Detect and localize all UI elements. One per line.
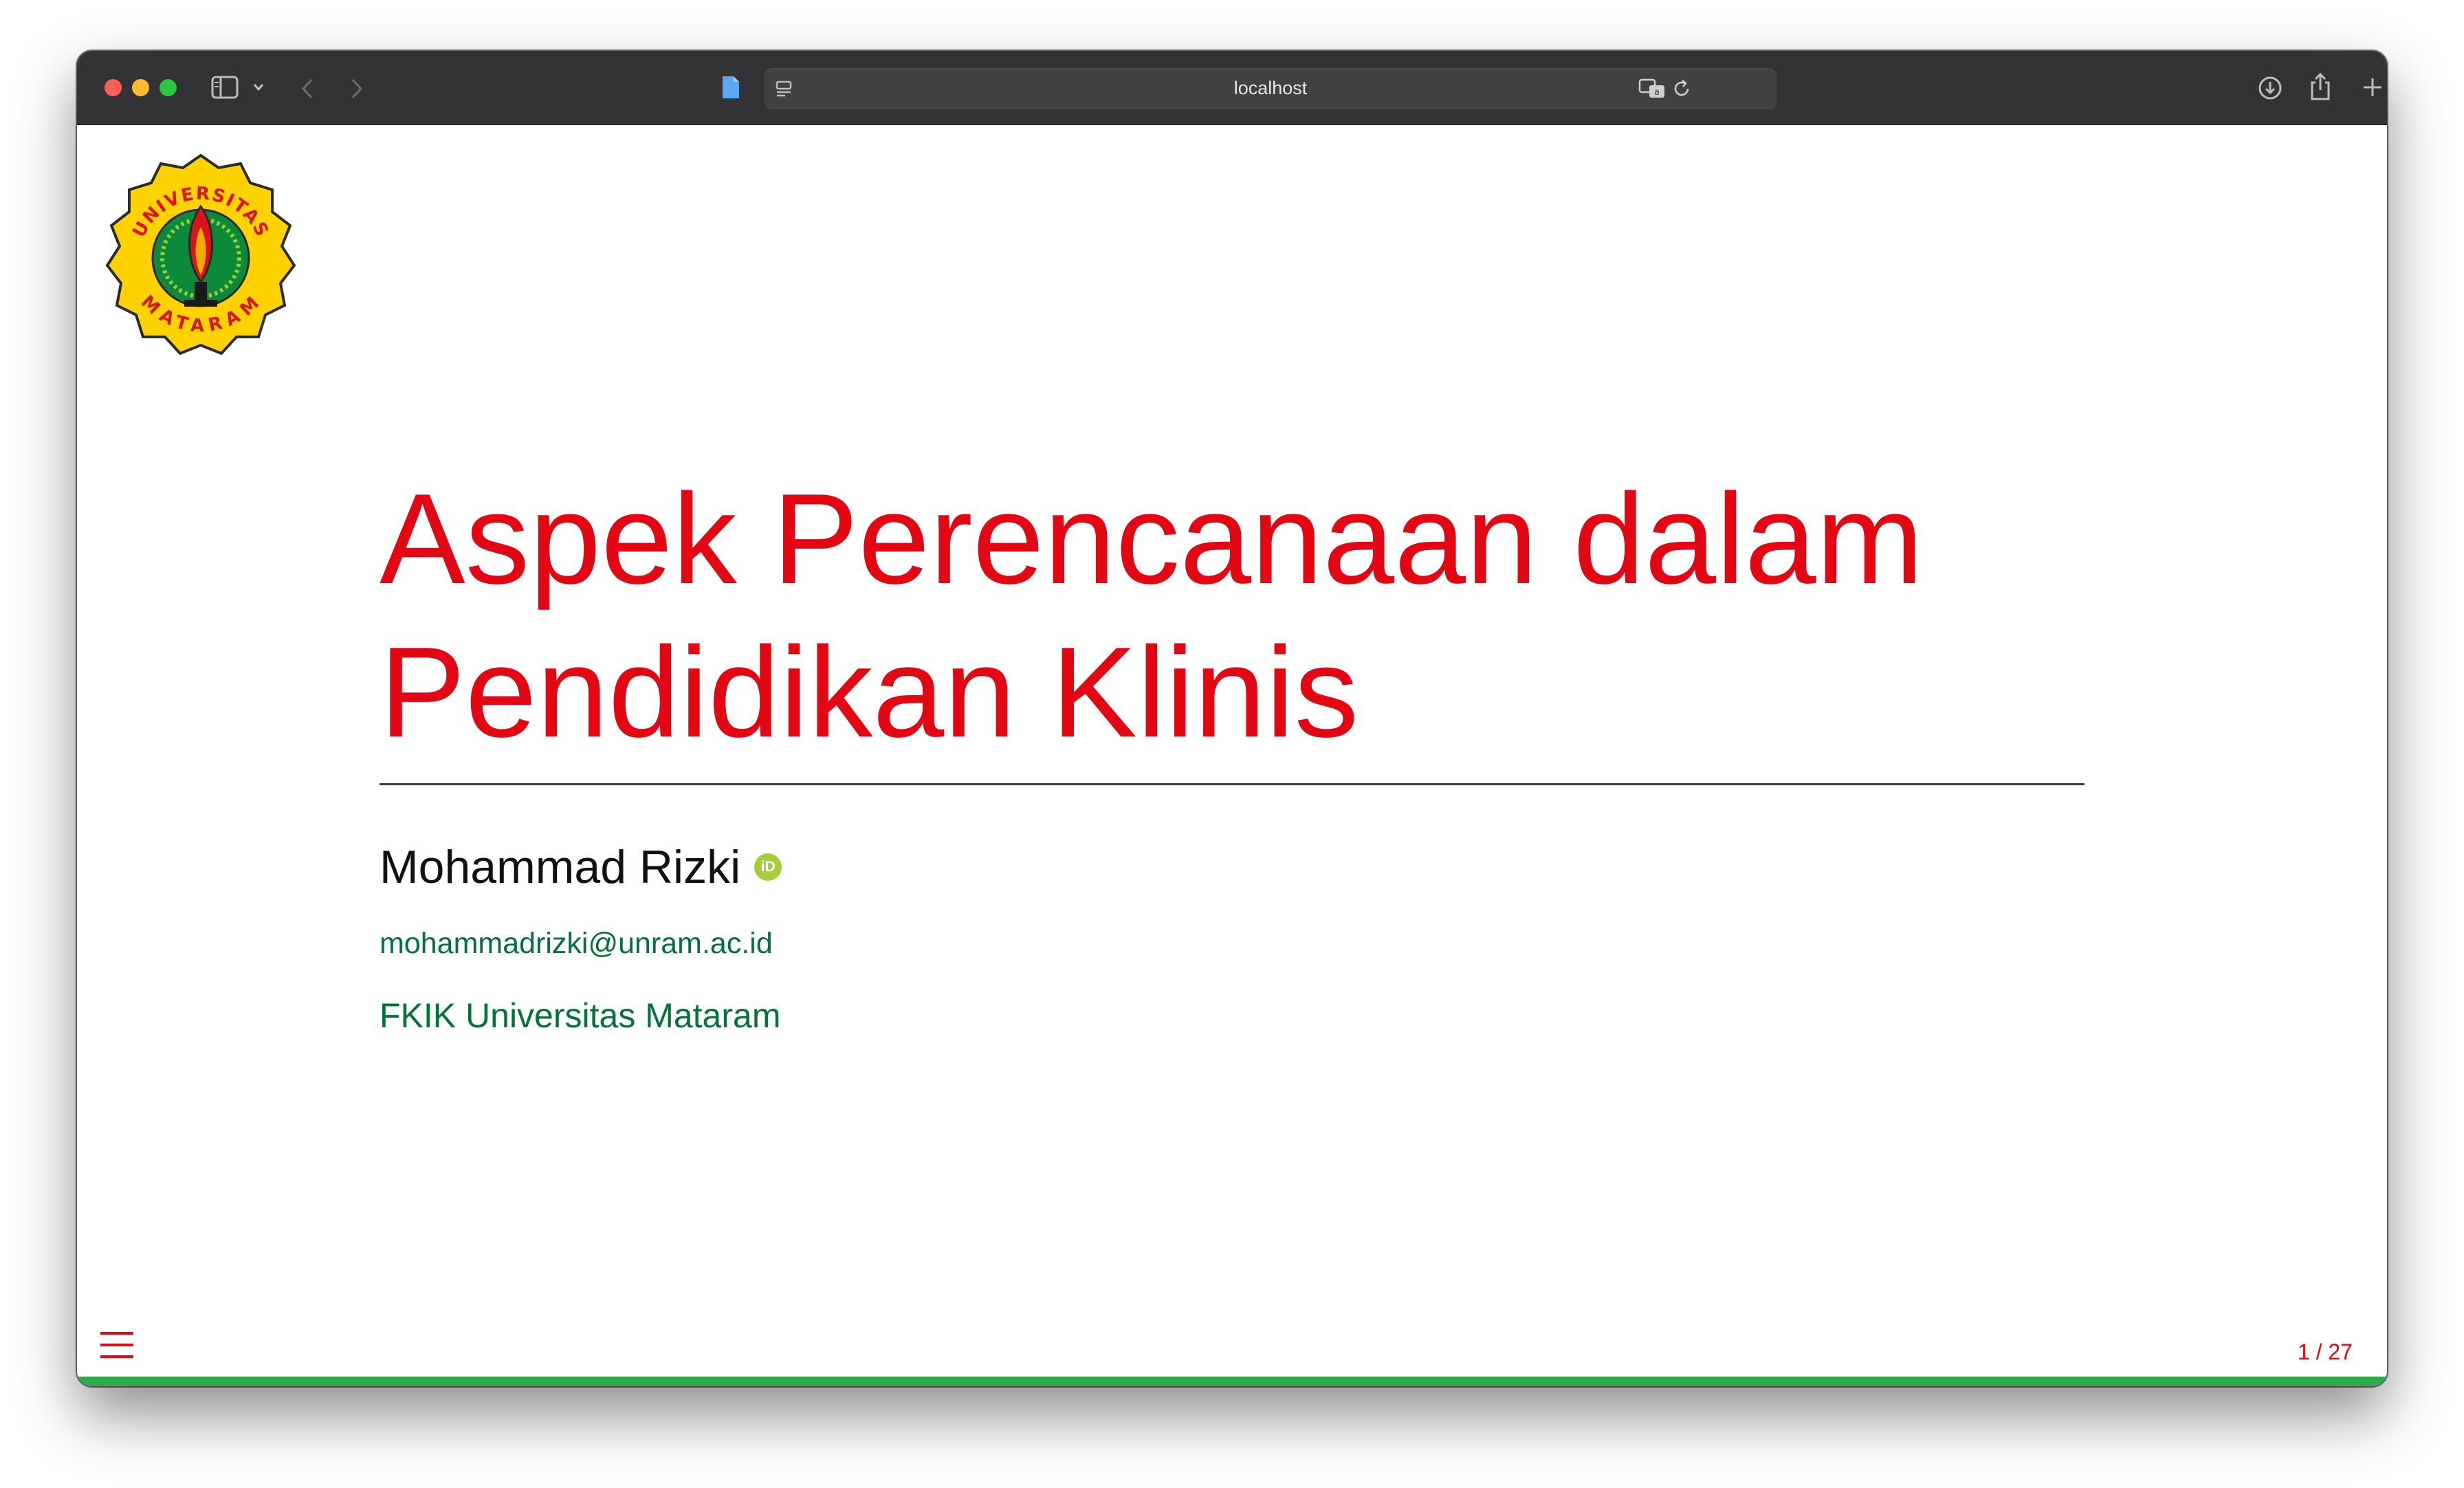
author-affiliation: FKIK Universitas Mataram xyxy=(380,996,781,1035)
slide-page: UNIVERSITAS MATARAM Aspek Perencanaan da… xyxy=(77,125,2387,1386)
orcid-icon[interactable]: iD xyxy=(754,853,782,881)
forward-icon[interactable] xyxy=(349,77,365,100)
chevron-down-icon[interactable] xyxy=(252,83,265,92)
back-icon[interactable] xyxy=(299,77,316,100)
slide-title-line-1: Aspek Perencanaan dalam xyxy=(380,467,1924,611)
slide-title-line-2: Pendidikan Klinis xyxy=(380,620,1359,764)
downloads-icon[interactable] xyxy=(2256,74,2284,102)
maximize-window-button[interactable] xyxy=(160,79,177,96)
address-bar[interactable]: localhost a xyxy=(764,68,1776,109)
new-tab-icon[interactable] xyxy=(2361,76,2384,99)
menu-icon[interactable] xyxy=(99,1330,135,1360)
translate-icon[interactable]: a xyxy=(1638,78,1666,100)
title-divider xyxy=(380,783,2084,785)
sidebar-toggle-icon[interactable] xyxy=(211,76,239,99)
browser-toolbar: localhost a xyxy=(77,51,2387,126)
page-document-icon xyxy=(723,76,739,98)
url-text: localhost xyxy=(1233,78,1308,98)
reload-icon[interactable] xyxy=(1671,78,1692,99)
svg-text:a: a xyxy=(1654,87,1660,98)
universitas-mataram-logo: UNIVERSITAS MATARAM xyxy=(105,153,296,355)
minimize-window-button[interactable] xyxy=(132,79,149,96)
browser-window: localhost a UNIVERSITAS MATARAM Aspek Pe… xyxy=(77,51,2387,1386)
slide-title: Aspek Perencanaan dalam Pendidikan Klini… xyxy=(380,462,2167,769)
slide-number: 1 / 27 xyxy=(2297,1339,2353,1364)
author-name: Mohammad Rizki xyxy=(380,841,741,893)
author-email[interactable]: mohammadrizki@unram.ac.id xyxy=(380,927,773,961)
slide-progress-bar xyxy=(77,1377,2387,1386)
author: Mohammad Rizki iD xyxy=(380,840,782,894)
share-icon[interactable] xyxy=(2308,72,2333,102)
close-window-button[interactable] xyxy=(104,79,122,96)
